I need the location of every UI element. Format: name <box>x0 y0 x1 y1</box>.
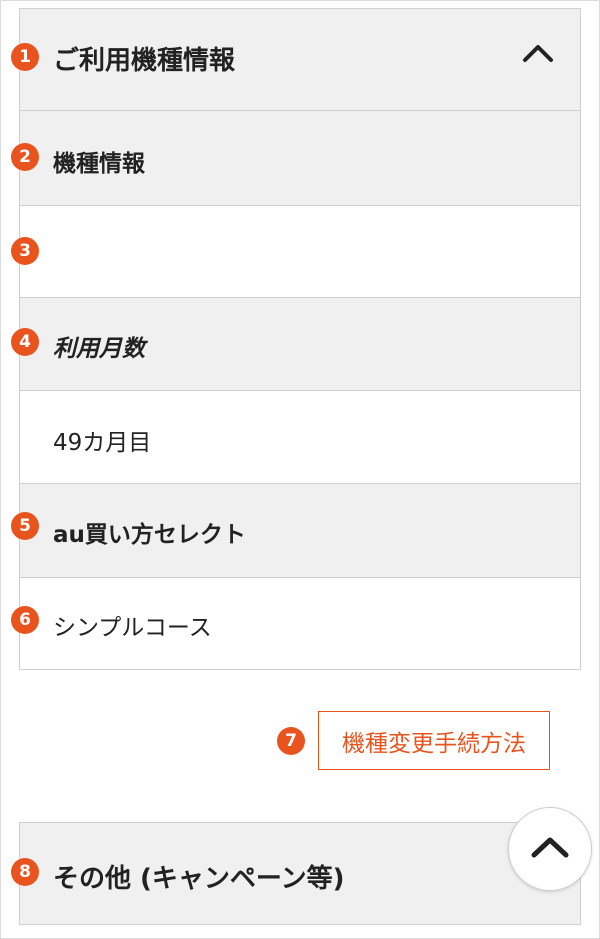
usage-months-label: 利用月数 <box>53 336 145 362</box>
scroll-to-top-button[interactable] <box>508 807 592 891</box>
annotation-badge: 4 <box>11 328 39 356</box>
purchase-select-value: シンプルコース <box>53 615 212 641</box>
usage-months-value-row: 49カ月目 <box>19 390 581 484</box>
annotation-badge: 2 <box>11 143 39 171</box>
usage-months-value: 49カ月目 <box>53 430 152 456</box>
other-section-title: その他 (キャンペーン等) <box>53 864 345 894</box>
model-info-label: 機種情報 <box>53 151 145 177</box>
annotation-badge: 3 <box>11 237 39 265</box>
purchase-select-label: au買い方セレクト <box>53 522 246 548</box>
chevron-up-icon[interactable] <box>522 43 554 67</box>
usage-months-label-row: 利用月数 <box>19 297 581 391</box>
annotation-badge: 6 <box>11 606 39 634</box>
annotation-badge: 7 <box>277 727 305 755</box>
purchase-select-label-row: au買い方セレクト <box>19 483 581 578</box>
annotation-badge: 1 <box>11 43 39 71</box>
annotation-badge: 8 <box>11 858 39 886</box>
device-info-section-title: ご利用機種情報 <box>53 46 236 76</box>
chevron-up-icon <box>530 835 570 863</box>
purchase-select-value-row: シンプルコース <box>19 577 581 670</box>
other-section-header[interactable]: その他 (キャンペーン等) <box>19 822 581 925</box>
change-procedure-link-button[interactable]: 機種変更手続方法 <box>318 711 550 770</box>
device-info-section-header[interactable]: ご利用機種情報 <box>19 8 581 111</box>
annotation-badge: 5 <box>11 512 39 540</box>
model-info-value-row <box>19 205 581 298</box>
model-info-label-row: 機種情報 <box>19 110 581 206</box>
